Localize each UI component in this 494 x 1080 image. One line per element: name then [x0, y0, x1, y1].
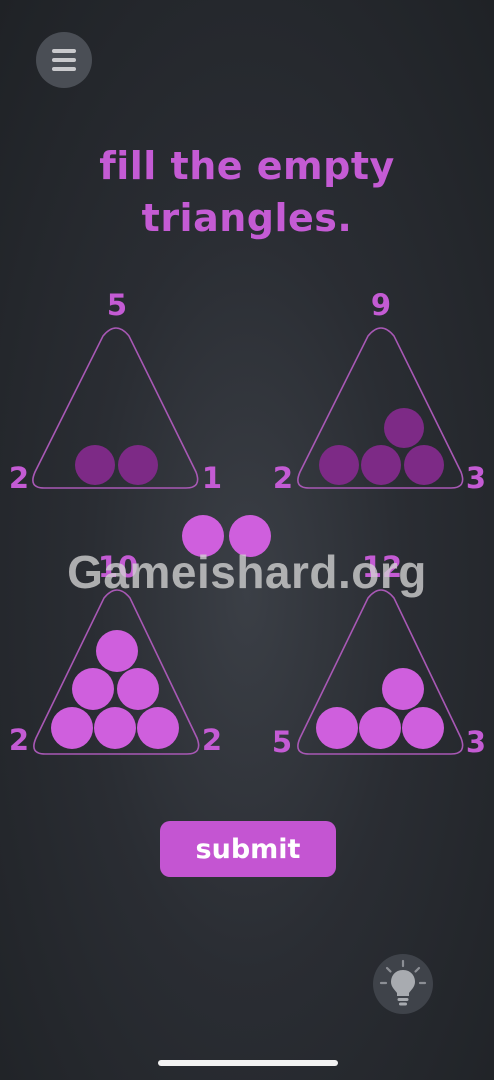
triangle-1[interactable]: 5 2 1 [9, 288, 222, 495]
triangle-3-left-number: 2 [9, 723, 29, 757]
triangle-4-left-number: 5 [272, 725, 292, 759]
triangle-2[interactable]: 9 2 3 [273, 288, 486, 495]
triangle-2-left-number: 2 [273, 461, 293, 495]
ball [404, 445, 444, 485]
floating-balls[interactable] [182, 515, 271, 557]
triangle-1-top-number: 5 [107, 288, 127, 322]
ball [72, 668, 114, 710]
ball [319, 445, 359, 485]
triangle-3[interactable]: 10 2 2 [9, 550, 222, 757]
triangle-1-right-number: 1 [202, 461, 222, 495]
lightbulb-icon [379, 959, 427, 1006]
triangle-4[interactable]: 12 5 3 [272, 550, 486, 759]
ball [94, 707, 136, 749]
ball [384, 408, 424, 448]
ball [117, 668, 159, 710]
triangle-2-right-number: 3 [466, 461, 486, 495]
triangle-3-right-number: 2 [202, 723, 222, 757]
draggable-ball[interactable] [229, 515, 271, 557]
triangle-outline [32, 327, 199, 489]
draggable-ball[interactable] [182, 515, 224, 557]
triangle-2-top-number: 9 [371, 288, 391, 322]
ball [361, 445, 401, 485]
triangle-4-right-number: 3 [466, 725, 486, 759]
ball [51, 707, 93, 749]
hint-button[interactable] [373, 954, 433, 1014]
ball [75, 445, 115, 485]
ball [118, 445, 158, 485]
triangle-1-left-number: 2 [9, 461, 29, 495]
ball [316, 707, 358, 749]
triangle-4-top-number: 12 [362, 550, 402, 584]
ball [382, 668, 424, 710]
puzzle-board: 5 2 1 9 2 3 10 2 2 12 5 3 [9, 288, 486, 759]
ball [137, 707, 179, 749]
triangle-3-top-number: 10 [98, 550, 138, 584]
ball [402, 707, 444, 749]
ball [359, 707, 401, 749]
home-indicator[interactable] [158, 1060, 338, 1066]
submit-button[interactable]: submit [160, 821, 336, 877]
ball [96, 630, 138, 672]
